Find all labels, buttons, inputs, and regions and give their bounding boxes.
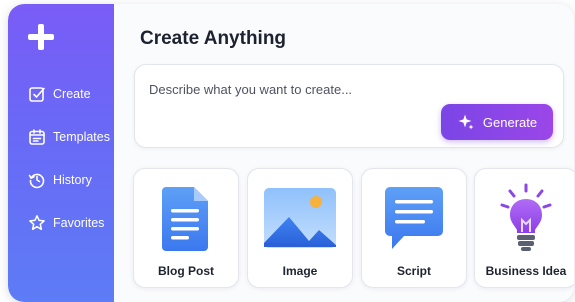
- card-label: Script: [396, 264, 431, 278]
- prompt-input[interactable]: [149, 79, 489, 99]
- sidebar: Create Templates History Favorites: [8, 4, 114, 302]
- image-icon: [264, 188, 336, 248]
- star-icon: [28, 214, 46, 232]
- card-script[interactable]: Script: [361, 168, 467, 288]
- prompt-box: Generate: [134, 64, 564, 148]
- generate-button[interactable]: Generate: [441, 104, 553, 140]
- document-icon: [162, 187, 208, 251]
- card-label: Business Idea: [485, 264, 567, 278]
- sidebar-item-label: Favorites: [53, 216, 105, 230]
- history-icon: [28, 171, 46, 189]
- card-business-idea[interactable]: Business Idea: [474, 168, 574, 288]
- sidebar-item-create[interactable]: Create: [8, 76, 114, 112]
- card-blog-post[interactable]: Blog Post: [133, 168, 239, 288]
- card-label: Blog Post: [158, 264, 214, 278]
- calendar-icon: [28, 128, 46, 146]
- sidebar-item-label: Templates: [53, 130, 110, 144]
- card-image[interactable]: Image: [247, 168, 353, 288]
- plus-icon[interactable]: [28, 24, 54, 50]
- sidebar-item-favorites[interactable]: Favorites: [8, 205, 114, 241]
- generate-label: Generate: [482, 114, 538, 130]
- edit-square-icon: [28, 85, 46, 103]
- main-panel: Create Anything Generate: [114, 4, 574, 302]
- sidebar-item-label: Create: [53, 87, 91, 101]
- sidebar-item-history[interactable]: History: [8, 162, 114, 198]
- app-window: Create Templates History Favorites Creat…: [8, 4, 574, 302]
- sparkle-icon: [457, 113, 475, 131]
- sidebar-item-templates[interactable]: Templates: [8, 119, 114, 155]
- lightbulb-icon: [500, 183, 552, 251]
- page-title: Create Anything: [140, 28, 287, 49]
- chat-bubble-icon: [385, 187, 443, 249]
- card-label: Image: [282, 264, 318, 278]
- sidebar-item-label: History: [53, 173, 92, 187]
